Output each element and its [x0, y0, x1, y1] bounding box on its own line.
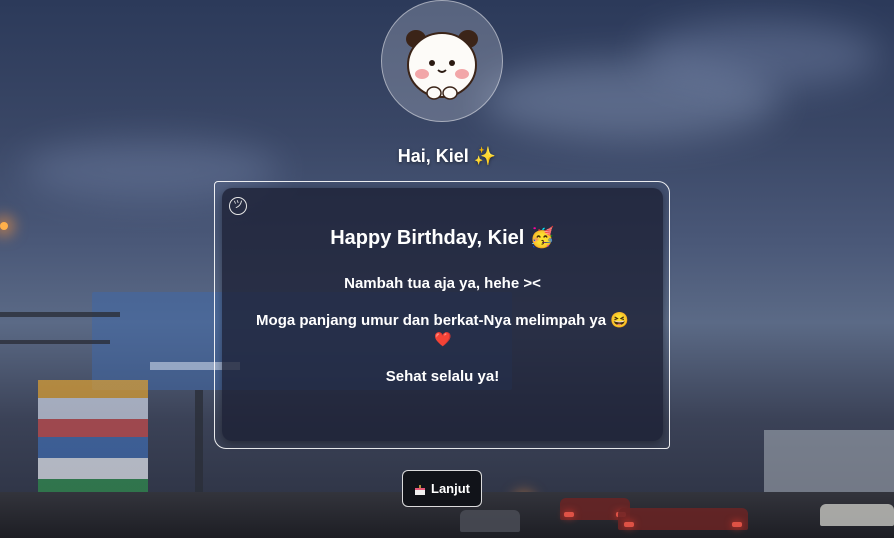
greeting-heading: Hai, Kiel ✨ — [397, 146, 497, 166]
avatar — [381, 0, 503, 122]
message-line-2: Moga panjang umur dan berkat-Nya melimpa… — [256, 312, 629, 329]
message-line-1: Nambah tua aja ya, hehe >< — [344, 275, 541, 292]
card-title: Happy Birthday, Kiel 🥳 — [330, 227, 555, 249]
next-button-label: Lanjut — [431, 481, 470, 496]
message-line-3: Sehat selalu ya! — [385, 368, 500, 385]
cake-icon — [414, 483, 426, 495]
gas-station-sign-decor — [38, 380, 148, 510]
heart-icon: ❤️ — [434, 332, 452, 348]
smile-icon: ツ — [229, 197, 247, 215]
panda-mascot-icon — [398, 17, 486, 105]
next-button[interactable]: Lanjut — [402, 470, 482, 507]
